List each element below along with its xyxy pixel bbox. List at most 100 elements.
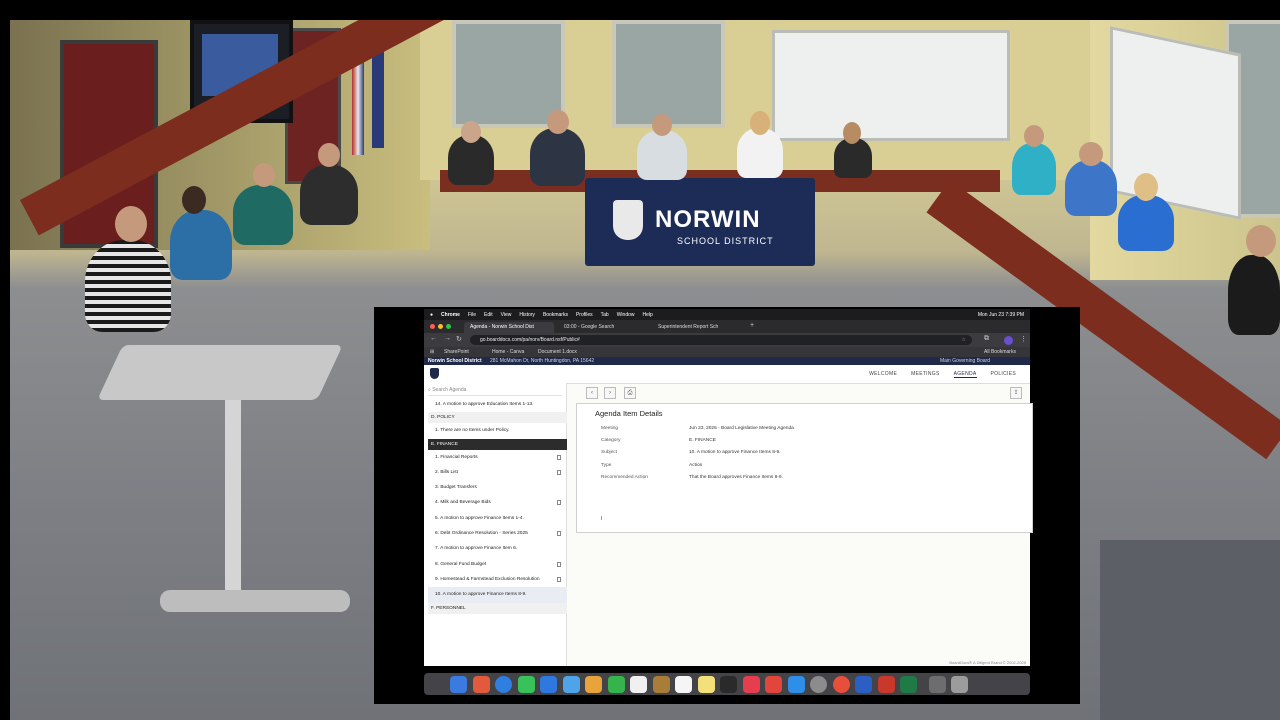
profile-avatar[interactable] xyxy=(1004,336,1013,345)
board-member xyxy=(448,121,494,185)
menu-window[interactable]: Window xyxy=(617,312,635,318)
attachment-icon[interactable] xyxy=(557,469,561,475)
mail-icon[interactable] xyxy=(540,675,557,693)
share-icon[interactable]: ⇪ xyxy=(1010,387,1022,399)
bookmark-sharepoint[interactable]: SharePoint xyxy=(444,349,469,355)
mac-menubar: ● Chrome File Edit View History Bookmark… xyxy=(424,309,1030,320)
agenda-item[interactable]: 4. Milk and Beverage Bids xyxy=(428,495,567,510)
news-icon[interactable] xyxy=(765,675,782,693)
safari-icon[interactable] xyxy=(495,675,512,693)
forward-icon[interactable]: → xyxy=(444,335,451,342)
chrome-menu-icon[interactable]: ⋮ xyxy=(1020,335,1027,343)
calendar-icon[interactable] xyxy=(630,675,647,693)
whiteboard-right xyxy=(1110,26,1241,220)
facetime-icon[interactable] xyxy=(607,675,625,693)
tab-google-search[interactable]: 03:00 - Google Search xyxy=(558,322,648,333)
window-left xyxy=(452,20,565,128)
menu-view[interactable]: View xyxy=(501,312,512,318)
chrome-icon[interactable] xyxy=(832,675,850,693)
menu-tab[interactable]: Tab xyxy=(601,312,609,318)
nav-policies[interactable]: POLICIES xyxy=(991,371,1016,378)
menubar-clock[interactable]: Mon Jun 23 7:39 PM xyxy=(978,312,1030,318)
acrobat-icon[interactable] xyxy=(877,675,895,693)
board-member xyxy=(637,114,687,180)
menu-history[interactable]: History xyxy=(519,312,535,318)
apps-grid-icon[interactable]: ⊞ xyxy=(430,349,434,355)
agenda-section[interactable]: F. PERSONNEL xyxy=(428,602,567,614)
tab-agenda[interactable]: Agenda - Norwin School Dist xyxy=(464,322,554,333)
launchpad-icon[interactable] xyxy=(472,675,490,693)
print-icon[interactable]: ⎙ xyxy=(624,387,636,399)
finder-icon[interactable] xyxy=(450,675,467,693)
agenda-item[interactable]: 1. There are no Items under Policy. xyxy=(428,423,567,438)
url-text: go.boarddocs.com/pa/norv/Board.nsf/Publi… xyxy=(480,337,580,343)
agenda-item[interactable]: 6. Debt Ordinance Resolution - Series 20… xyxy=(428,526,567,541)
agenda-item-label: 4. Milk and Beverage Bids xyxy=(435,500,491,506)
settings-icon[interactable] xyxy=(810,675,827,693)
minimize-window-icon[interactable] xyxy=(438,324,443,329)
item-details-card: Agenda Item Details Meeting Jun 23, 2025 … xyxy=(576,403,1033,533)
address-bar[interactable]: go.boarddocs.com/pa/norv/Board.nsf/Publi… xyxy=(470,335,972,345)
attachment-icon[interactable] xyxy=(557,531,561,537)
nav-welcome[interactable]: WELCOME xyxy=(869,371,897,378)
agenda-item[interactable]: 14. A motion to approve Education Items … xyxy=(428,397,567,412)
agenda-item[interactable]: 7. A motion to approve Finance Item 6. xyxy=(428,541,567,556)
menu-edit[interactable]: Edit xyxy=(484,312,493,318)
detail-toolbar: ‹ › ⎙ ⇪ xyxy=(576,387,1030,399)
excel-icon[interactable] xyxy=(900,675,917,693)
agenda-item[interactable]: 2. Bills List xyxy=(428,465,567,480)
agenda-item[interactable]: 1. Financial Reports xyxy=(428,450,567,465)
back-icon[interactable]: ← xyxy=(430,335,437,342)
previous-item-icon[interactable]: ‹ xyxy=(586,387,598,399)
maps-icon[interactable] xyxy=(562,675,580,693)
messages-icon[interactable] xyxy=(517,675,535,693)
agenda-item[interactable]: 8. General Fund Budget xyxy=(428,557,567,572)
agenda-item[interactable]: 10. A motion to approve Finance Items 8-… xyxy=(428,587,567,603)
menu-chrome[interactable]: Chrome xyxy=(441,312,460,318)
bookmark-document[interactable]: Document 1.docx xyxy=(538,349,577,355)
menu-file[interactable]: File xyxy=(468,312,476,318)
bookmark-star-icon[interactable]: ☆ xyxy=(962,335,966,345)
nav-agenda[interactable]: AGENDA xyxy=(953,371,977,378)
all-bookmarks[interactable]: All Bookmarks xyxy=(984,349,1016,355)
detail-fields: Meeting Jun 23, 2025 - Board Legislative … xyxy=(601,426,1021,487)
bookmark-canva[interactable]: Home - Canva xyxy=(492,349,524,355)
music-icon[interactable] xyxy=(742,675,760,693)
apple-icon[interactable]: ● xyxy=(430,312,433,318)
reload-icon[interactable]: ↻ xyxy=(456,335,462,343)
agenda-item[interactable]: 3. Budget Transfers xyxy=(428,480,567,495)
downloads-icon[interactable] xyxy=(928,675,946,693)
zoom-window-icon[interactable] xyxy=(446,324,451,329)
photos-icon[interactable] xyxy=(585,675,602,693)
chrome-window: Agenda - Norwin School Dist 03:00 - Goog… xyxy=(424,320,1033,666)
attachment-icon[interactable] xyxy=(557,561,561,567)
close-window-icon[interactable] xyxy=(430,324,435,329)
new-tab-icon[interactable]: + xyxy=(750,322,754,329)
governing-board[interactable]: Main Governing Board xyxy=(940,357,990,365)
agenda-section[interactable]: D. POLICY xyxy=(428,412,567,424)
district-logo-icon[interactable] xyxy=(430,368,439,379)
tv-icon[interactable] xyxy=(720,675,737,693)
menu-bookmarks[interactable]: Bookmarks xyxy=(543,312,568,318)
agenda-item[interactable]: 5. A motion to approve Finance Items 1-4… xyxy=(428,511,567,526)
menu-profiles[interactable]: Profiles xyxy=(576,312,593,318)
notes-icon[interactable] xyxy=(697,675,715,693)
extensions-icon[interactable]: ⧉ xyxy=(984,335,989,343)
contacts-icon[interactable] xyxy=(652,675,670,693)
tab-superintendent-report[interactable]: Superintendent Report Sch xyxy=(652,322,746,333)
word-icon[interactable] xyxy=(855,675,872,693)
reminders-icon[interactable] xyxy=(675,675,692,693)
agenda-search[interactable]: ⌕ Search Agenda xyxy=(428,386,562,396)
attachment-icon[interactable] xyxy=(557,454,561,460)
agenda-item[interactable]: 9. Homestead & Farmstead Exclusion Resol… xyxy=(428,572,567,587)
attachment-icon[interactable] xyxy=(557,500,561,506)
nav-meetings[interactable]: MEETINGS xyxy=(911,371,940,378)
app-store-icon[interactable] xyxy=(787,675,805,693)
attachment-icon[interactable] xyxy=(557,576,561,582)
next-item-icon[interactable]: › xyxy=(604,387,616,399)
board-member xyxy=(1118,173,1174,251)
menu-help[interactable]: Help xyxy=(643,312,653,318)
agenda-section[interactable]: E. FINANCE xyxy=(428,438,567,450)
board-member xyxy=(233,163,293,245)
trash-icon[interactable] xyxy=(951,675,968,693)
